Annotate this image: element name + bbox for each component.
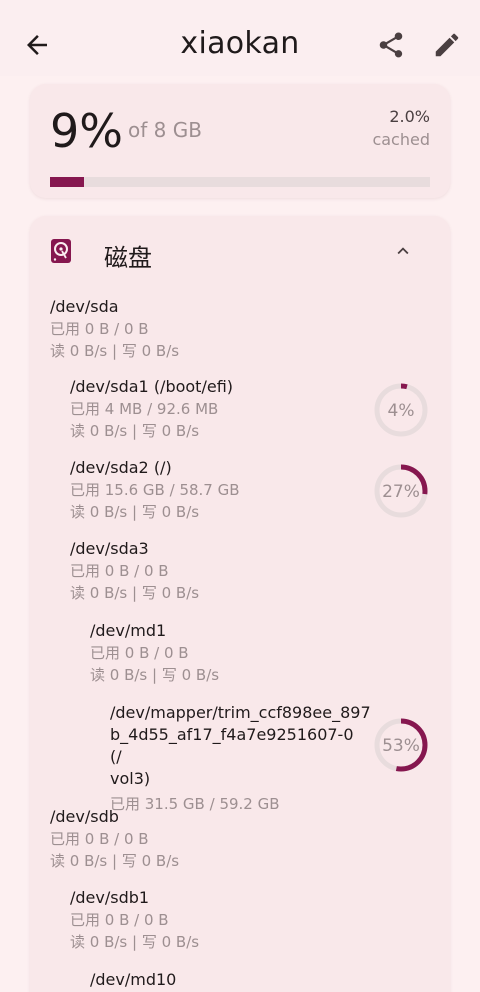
device-name: /dev/sdb bbox=[50, 807, 119, 826]
device-md10[interactable]: /dev/md10 bbox=[90, 969, 176, 991]
device-io: 读 0 B/s | 写 0 B/s bbox=[70, 584, 200, 602]
usage-ring-sda2: 27% bbox=[374, 464, 428, 518]
device-used: 已用 0 B / 0 B bbox=[90, 644, 189, 662]
device-used: 已用 0 B / 0 B bbox=[50, 830, 149, 848]
device-name: /dev/sda bbox=[50, 297, 119, 316]
memory-cached-label: cached bbox=[372, 130, 430, 149]
device-used: 已用 4 MB / 92.6 MB bbox=[70, 400, 219, 418]
device-io: 读 0 B/s | 写 0 B/s bbox=[70, 422, 200, 440]
app-bar: xiaokan bbox=[0, 0, 480, 76]
device-io: 读 0 B/s | 写 0 B/s bbox=[70, 933, 200, 951]
memory-card[interactable]: 9% of 8 GB 2.0% cached bbox=[30, 84, 450, 198]
device-mapper-vol3[interactable]: /dev/mapper/trim_ccf898ee_897 b_4d55_af1… bbox=[110, 702, 371, 815]
memory-cached-value: 2.0% bbox=[389, 107, 430, 126]
device-name: /dev/sdb1 bbox=[70, 888, 150, 907]
device-name: /dev/md1 bbox=[90, 621, 167, 640]
device-sda2[interactable]: /dev/sda2 (/) 已用 15.6 GB / 58.7 GB 读 0 B… bbox=[70, 457, 240, 523]
usage-ring-mapper-vol3: 53% bbox=[374, 718, 428, 772]
device-name: /dev/sda2 (/) bbox=[70, 458, 172, 477]
usage-ring-label: 53% bbox=[382, 736, 420, 756]
device-sda3[interactable]: /dev/sda3 已用 0 B / 0 B 读 0 B/s | 写 0 B/s bbox=[70, 538, 199, 604]
device-name-line: /dev/mapper/trim_ccf898ee_897 bbox=[110, 703, 371, 722]
edit-pencil-icon[interactable] bbox=[432, 30, 462, 60]
device-io: 读 0 B/s | 写 0 B/s bbox=[50, 342, 180, 360]
disk-section-title: 磁盘 bbox=[104, 244, 152, 272]
device-used: 已用 0 B / 0 B bbox=[70, 911, 169, 929]
device-io: 读 0 B/s | 写 0 B/s bbox=[70, 503, 200, 521]
device-sda1[interactable]: /dev/sda1 (/boot/efi) 已用 4 MB / 92.6 MB … bbox=[70, 376, 233, 442]
device-name: /dev/md10 bbox=[90, 970, 177, 989]
memory-usage-bar-fill bbox=[50, 177, 85, 187]
memory-total: of 8 GB bbox=[128, 118, 202, 142]
memory-usage-bar bbox=[50, 177, 430, 187]
usage-ring-label: 27% bbox=[382, 482, 420, 502]
chevron-up-icon[interactable] bbox=[392, 240, 414, 262]
disk-card: 磁盘 /dev/sda 已用 0 B / 0 B 读 0 B/s | 写 0 B… bbox=[30, 216, 450, 992]
device-name: /dev/sda1 (/boot/efi) bbox=[70, 377, 234, 396]
hard-disk-icon bbox=[51, 239, 71, 263]
usage-ring-label: 4% bbox=[388, 401, 415, 421]
device-name-line: vol3) bbox=[110, 769, 151, 788]
device-used: 已用 0 B / 0 B bbox=[50, 320, 149, 338]
share-icon[interactable] bbox=[376, 30, 406, 60]
usage-ring-sda1: 4% bbox=[374, 383, 428, 437]
device-sdb1[interactable]: /dev/sdb1 已用 0 B / 0 B 读 0 B/s | 写 0 B/s bbox=[70, 887, 199, 953]
device-io: 读 0 B/s | 写 0 B/s bbox=[90, 666, 220, 684]
memory-percent: 9% bbox=[50, 104, 123, 158]
app-title: xiaokan bbox=[180, 26, 300, 61]
device-used: 已用 15.6 GB / 58.7 GB bbox=[70, 481, 240, 499]
device-name-line: b_4d55_af17_f4a7e9251607-0 (/ bbox=[110, 725, 354, 766]
device-used: 已用 0 B / 0 B bbox=[70, 562, 169, 580]
device-io: 读 0 B/s | 写 0 B/s bbox=[50, 852, 180, 870]
device-md1[interactable]: /dev/md1 已用 0 B / 0 B 读 0 B/s | 写 0 B/s bbox=[90, 620, 219, 686]
device-name: /dev/sda3 bbox=[70, 539, 149, 558]
device-sda[interactable]: /dev/sda 已用 0 B / 0 B 读 0 B/s | 写 0 B/s bbox=[50, 296, 179, 362]
device-sdb[interactable]: /dev/sdb 已用 0 B / 0 B 读 0 B/s | 写 0 B/s bbox=[50, 806, 179, 872]
